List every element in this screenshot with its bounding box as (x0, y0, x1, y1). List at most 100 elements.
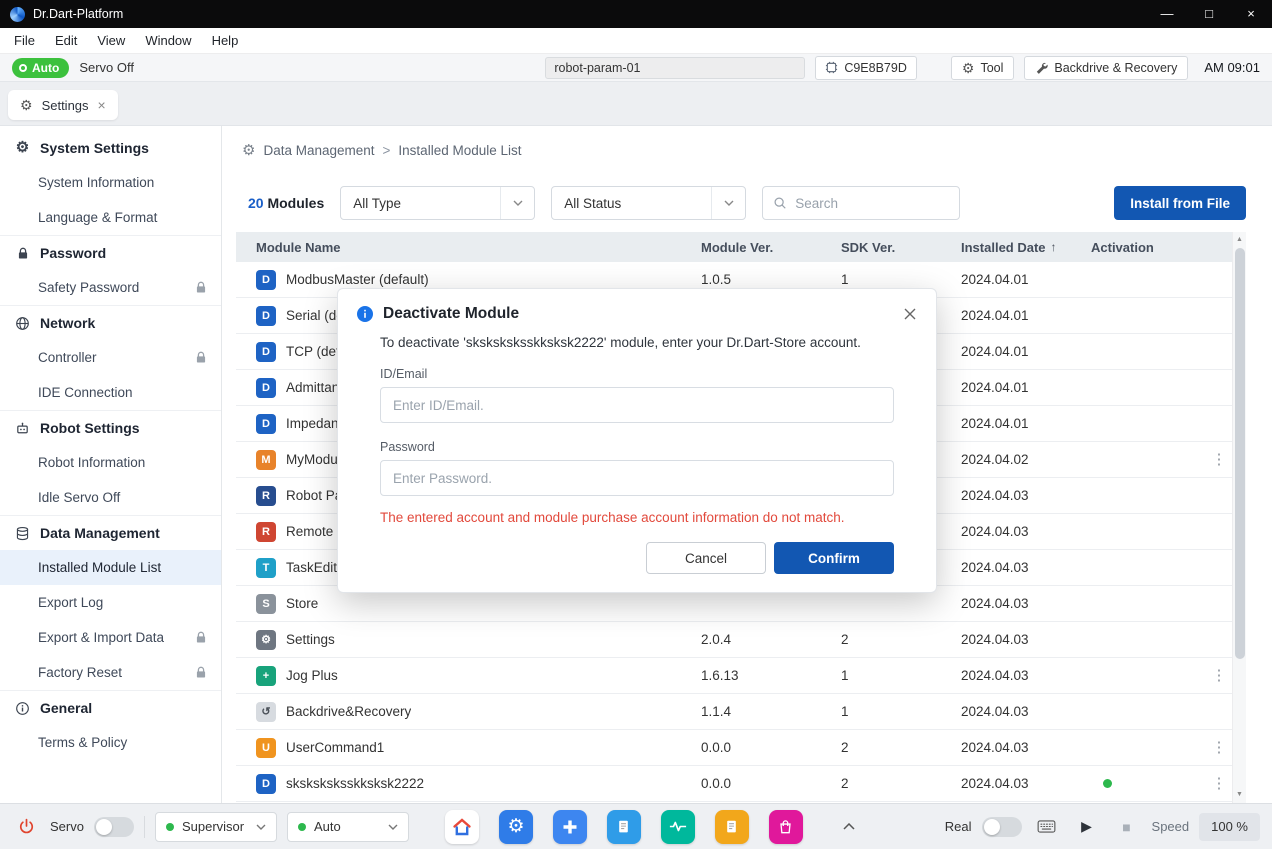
real-toggle[interactable] (982, 817, 1022, 837)
module-icon: D (256, 270, 276, 290)
module-sdk: 1 (841, 704, 961, 719)
sidebar-item-idle-servo-off[interactable]: Idle Servo Off (0, 480, 221, 515)
sidebar-item-robot-information[interactable]: Robot Information (0, 445, 221, 480)
store-icon[interactable] (769, 810, 803, 844)
sidebar-item-label: Controller (38, 350, 195, 365)
column-activation[interactable]: Activation (1091, 240, 1206, 255)
row-menu-button[interactable]: ⋮ (1206, 740, 1232, 755)
tool-button[interactable]: ⚙ Tool (951, 56, 1015, 80)
controller-id-chip[interactable]: C9E8B79D (815, 56, 917, 80)
sidebar-item-label: Export Log (38, 595, 207, 610)
sidebar-item-ide-connection[interactable]: IDE Connection (0, 375, 221, 410)
row-menu-button[interactable]: ⋮ (1206, 668, 1232, 683)
module-name: Store (286, 596, 318, 611)
sidebar-item-general[interactable]: General (0, 690, 221, 725)
menu-help[interactable]: Help (202, 28, 249, 54)
sidebar-item-robot-settings[interactable]: Robot Settings (0, 410, 221, 445)
collapse-dock-button[interactable] (843, 823, 855, 830)
module-name: Remote ( (286, 524, 342, 539)
tab-strip: ⚙ Settings × (0, 82, 1272, 126)
lock-icon (14, 247, 31, 260)
table-row[interactable]: +Jog Plus1.6.1312024.04.03⋮ (236, 658, 1232, 694)
sidebar-item-system-settings[interactable]: ⚙System Settings (0, 130, 221, 165)
backdrive-button-label: Backdrive & Recovery (1054, 61, 1177, 75)
row-menu-button[interactable]: ⋮ (1206, 452, 1232, 467)
minimize-button[interactable]: — (1146, 0, 1188, 28)
status-bar: Servo Supervisor Auto ⚙ Real ▶ ■ Speed 1… (0, 803, 1272, 849)
table-row[interactable]: ↺Backdrive&Recovery1.1.412024.04.03 (236, 694, 1232, 730)
mode-badge[interactable]: Auto (12, 58, 69, 78)
dialog-close-icon[interactable] (904, 308, 916, 320)
menu-view[interactable]: View (87, 28, 135, 54)
home-icon[interactable] (445, 810, 479, 844)
jog-icon[interactable] (553, 810, 587, 844)
close-button[interactable]: × (1230, 0, 1272, 28)
confirm-button[interactable]: Confirm (774, 542, 894, 574)
virtual-keyboard-icon[interactable] (1032, 812, 1062, 842)
module-icon: D (256, 342, 276, 362)
id-email-field[interactable] (380, 387, 894, 423)
maximize-button[interactable]: □ (1188, 0, 1230, 28)
module-icon: ⚙ (256, 630, 276, 650)
role-value: Supervisor (182, 819, 244, 834)
breadcrumb-parent[interactable]: Data Management (263, 143, 374, 158)
workcell-manager-icon[interactable]: ⚙ (499, 810, 533, 844)
row-menu-button[interactable]: ⋮ (1206, 776, 1232, 791)
robot-icon (14, 421, 31, 436)
column-installed-date[interactable]: Installed Date ↑ (961, 240, 1091, 255)
password-field[interactable] (380, 460, 894, 496)
mode-badge-icon (19, 64, 27, 72)
sidebar-item-data-management[interactable]: Data Management (0, 515, 221, 550)
sidebar-item-password[interactable]: Password (0, 235, 221, 270)
status-filter-dropdown[interactable]: All Status (551, 186, 746, 220)
cancel-button[interactable]: Cancel (646, 542, 766, 574)
sidebar-item-safety-password[interactable]: Safety Password (0, 270, 221, 305)
stop-button[interactable]: ■ (1112, 812, 1142, 842)
tab-close-icon[interactable]: × (98, 98, 106, 112)
column-sdk-ver[interactable]: SDK Ver. (841, 240, 961, 255)
type-filter-dropdown[interactable]: All Type (340, 186, 535, 220)
module-date: 2024.04.01 (961, 308, 1091, 323)
sidebar-item-terms-policy[interactable]: Terms & Policy (0, 725, 221, 760)
menubar: FileEditViewWindowHelp (0, 28, 1272, 54)
sidebar-item-factory-reset[interactable]: Factory Reset (0, 655, 221, 690)
role-dropdown[interactable]: Supervisor (155, 812, 277, 842)
install-from-file-button[interactable]: Install from File (1114, 186, 1246, 220)
task-editor-icon[interactable] (607, 810, 641, 844)
lock-icon (195, 631, 207, 644)
sidebar-item-label: General (40, 700, 207, 716)
play-button[interactable]: ▶ (1072, 812, 1102, 842)
table-row[interactable]: ⚙Settings2.0.422024.04.03 (236, 622, 1232, 658)
column-module-ver[interactable]: Module Ver. (701, 240, 841, 255)
menu-edit[interactable]: Edit (45, 28, 87, 54)
power-icon[interactable] (12, 818, 40, 835)
sidebar-item-controller[interactable]: Controller (0, 340, 221, 375)
robot-param-input[interactable] (545, 57, 805, 79)
table-scrollbar[interactable]: ▲ ▼ (1232, 232, 1246, 803)
search-input[interactable] (795, 196, 949, 211)
tab-settings[interactable]: ⚙ Settings × (8, 90, 118, 120)
column-module-name[interactable]: Module Name (236, 240, 701, 255)
table-row[interactable]: Dsksksksksskksksk22220.0.022024.04.03⋮ (236, 766, 1232, 802)
module-ver: 0.0.0 (701, 776, 841, 791)
scroll-down-icon[interactable]: ▼ (1236, 789, 1243, 801)
sidebar-item-system-information[interactable]: System Information (0, 165, 221, 200)
sidebar-item-installed-module-list[interactable]: Installed Module List (0, 550, 221, 585)
mode-dropdown[interactable]: Auto (287, 812, 409, 842)
servo-toggle[interactable] (94, 817, 134, 837)
sidebar-item-network[interactable]: Network (0, 305, 221, 340)
scroll-up-icon[interactable]: ▲ (1236, 234, 1243, 246)
log-icon[interactable] (715, 810, 749, 844)
module-name: Serial (de (286, 308, 344, 323)
backdrive-recovery-button[interactable]: Backdrive & Recovery (1024, 56, 1188, 80)
menu-window[interactable]: Window (135, 28, 201, 54)
sidebar-item-language-format[interactable]: Language & Format (0, 200, 221, 235)
speed-value[interactable]: 100 % (1199, 813, 1260, 841)
sidebar-item-export-log[interactable]: Export Log (0, 585, 221, 620)
sidebar-item-export-import-data[interactable]: Export & Import Data (0, 620, 221, 655)
id-email-label: ID/Email (380, 367, 894, 381)
scrollbar-thumb[interactable] (1235, 248, 1245, 659)
monitoring-icon[interactable] (661, 810, 695, 844)
table-row[interactable]: UUserCommand10.0.022024.04.03⋮ (236, 730, 1232, 766)
menu-file[interactable]: File (4, 28, 45, 54)
